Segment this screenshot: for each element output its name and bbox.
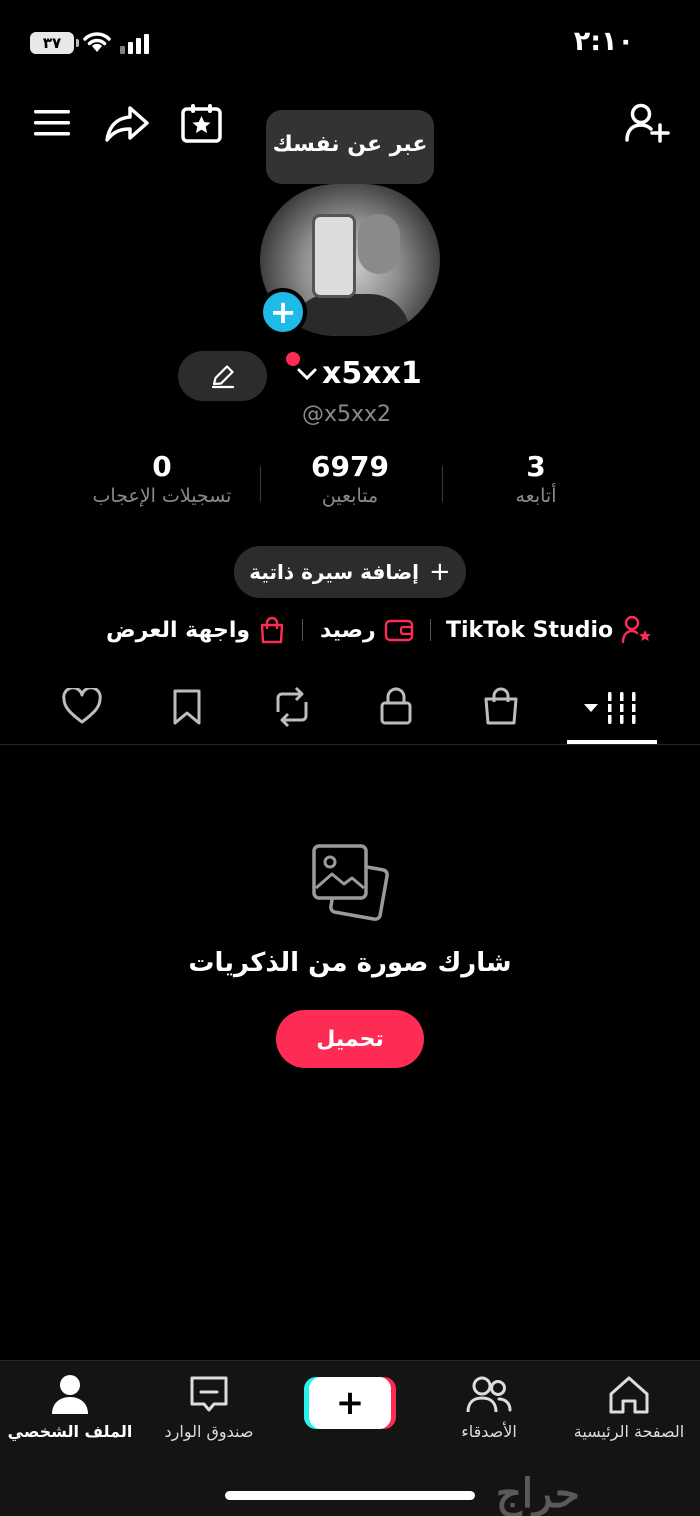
nav-inbox-label: صندوق الوارد <box>164 1422 254 1441</box>
profile-icon <box>52 1375 88 1414</box>
signal-icon <box>120 34 149 54</box>
bookmark-icon <box>173 689 201 725</box>
share-icon[interactable] <box>104 104 150 144</box>
followers-count: 6979 <box>311 450 389 483</box>
wifi-icon <box>82 30 112 54</box>
showcase-link[interactable]: واجهة العرض <box>106 612 286 648</box>
followers-stat[interactable]: 6979 متابعين <box>250 450 450 507</box>
home-indicator[interactable] <box>225 1491 475 1500</box>
tab-saved[interactable] <box>170 688 204 726</box>
shopping-bag-icon <box>260 616 284 644</box>
following-count: 3 <box>526 450 546 483</box>
nav-profile[interactable]: الملف الشخصي <box>0 1372 145 1441</box>
menu-icon[interactable] <box>32 106 72 140</box>
photos-icon <box>308 842 392 924</box>
nav-inbox[interactable]: صندوق الوارد <box>134 1372 284 1441</box>
status-time: ٢:١٠ <box>573 26 634 57</box>
tab-videos[interactable] <box>582 690 640 726</box>
add-friend-icon[interactable] <box>624 102 670 144</box>
pencil-icon <box>211 365 234 389</box>
nav-home[interactable]: الصفحة الرئيسية <box>554 1372 700 1441</box>
nav-home-label: الصفحة الرئيسية <box>573 1422 685 1441</box>
tab-private[interactable] <box>378 686 414 726</box>
upload-button[interactable]: تحميل <box>276 1010 424 1068</box>
nav-friends-label: الأصدقاء <box>461 1422 517 1441</box>
creator-star-icon <box>621 615 652 644</box>
lock-icon <box>380 687 412 725</box>
tiktok-studio-link[interactable]: TikTok Studio <box>446 612 653 648</box>
upload-label: تحميل <box>316 1026 384 1052</box>
create-button[interactable]: + <box>309 1377 391 1429</box>
tab-shop[interactable] <box>482 686 520 726</box>
wallet-icon <box>384 619 413 642</box>
followers-label: متابعين <box>321 485 379 507</box>
plus-icon: + <box>429 557 451 587</box>
username: x5xx1 <box>322 356 422 391</box>
likes-label: تسجيلات الإعجاب <box>92 485 232 507</box>
nav-friends[interactable]: الأصدقاء <box>414 1372 564 1441</box>
friends-icon <box>466 1376 512 1413</box>
tabs-divider <box>0 744 700 745</box>
battery-level: ٣٧ <box>42 34 62 52</box>
add-bio-label: إضافة سيرة ذاتية <box>249 560 420 584</box>
add-avatar-button[interactable]: + <box>259 288 307 336</box>
heart-icon <box>62 688 102 724</box>
bio-tooltip[interactable]: عبر عن نفسك <box>266 110 434 196</box>
add-bio-button[interactable]: + إضافة سيرة ذاتية <box>234 546 466 598</box>
videos-grid-icon <box>584 692 638 724</box>
link-divider <box>430 619 431 641</box>
showcase-label: واجهة العرض <box>106 617 251 643</box>
home-icon <box>609 1376 649 1414</box>
chevron-down-icon <box>297 368 317 380</box>
likes-count: 0 <box>152 450 172 483</box>
watermark-logo: حراج <box>496 1470 580 1516</box>
edit-profile-button[interactable] <box>178 351 267 401</box>
username-switcher[interactable]: x5xx1 <box>296 356 422 391</box>
balance-label: رصيد <box>320 617 376 643</box>
link-divider <box>302 619 303 641</box>
battery-icon: ٣٧ <box>30 32 79 54</box>
tab-reposts[interactable] <box>270 686 314 728</box>
tooltip-text: عبر عن نفسك <box>272 131 428 157</box>
balance-link[interactable]: رصيد <box>320 612 414 648</box>
following-stat[interactable]: 3 أتابعه <box>436 450 636 507</box>
empty-state-title: شارك صورة من الذكريات <box>188 948 512 978</box>
studio-label: TikTok Studio <box>446 617 614 643</box>
likes-stat[interactable]: 0 تسجيلات الإعجاب <box>62 450 262 507</box>
following-label: أتابعه <box>515 485 557 507</box>
calendar-star-icon[interactable] <box>180 102 224 144</box>
inbox-icon <box>190 1376 228 1412</box>
nav-profile-label: الملف الشخصي <box>7 1422 133 1441</box>
tab-liked[interactable] <box>62 688 102 726</box>
shop-bag-icon <box>484 687 518 725</box>
user-handle: @x5xx2 <box>302 402 392 427</box>
repost-icon <box>276 686 308 728</box>
